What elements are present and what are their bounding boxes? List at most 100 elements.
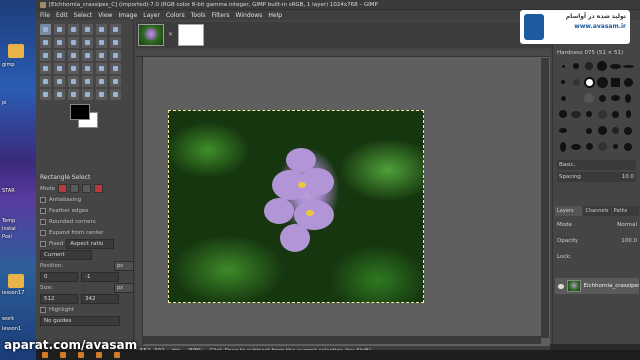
ellipse-select-tool-icon[interactable] <box>54 24 65 35</box>
zoom-tool-icon[interactable] <box>82 37 93 48</box>
brush-item[interactable] <box>583 125 595 137</box>
feather-row[interactable]: Feather edges <box>36 205 134 216</box>
brush-item[interactable] <box>609 76 621 88</box>
size-width-input[interactable]: 512 <box>40 293 78 304</box>
brush-item[interactable] <box>596 108 608 120</box>
scale-tool-icon[interactable] <box>82 50 93 61</box>
brush-item[interactable] <box>557 108 569 120</box>
menu-image[interactable]: Image <box>118 12 137 19</box>
paintbrush-tool-icon[interactable] <box>54 76 65 87</box>
foreground-color-swatch[interactable] <box>70 104 90 120</box>
paths-tool-icon[interactable] <box>54 37 65 48</box>
taskbar-app-icon[interactable] <box>114 352 120 358</box>
antialias-row[interactable]: Antialiasing <box>36 194 134 205</box>
expand-checkbox[interactable] <box>40 229 46 236</box>
mode-add-button[interactable] <box>70 184 79 193</box>
vertical-scrollbar[interactable] <box>541 58 549 338</box>
expand-row[interactable]: Expand from center <box>36 227 134 238</box>
brush-item[interactable] <box>583 92 595 104</box>
mypaint-brush-tool-icon[interactable] <box>110 76 121 87</box>
vertical-ruler[interactable] <box>136 57 143 346</box>
position-x-input[interactable]: 0 <box>40 271 78 282</box>
brush-item[interactable] <box>596 125 608 137</box>
dodge-burn-tool-icon[interactable] <box>96 89 107 100</box>
menu-select[interactable]: Select <box>74 12 93 19</box>
airbrush-tool-icon[interactable] <box>82 76 93 87</box>
brush-item[interactable] <box>570 76 582 88</box>
unified-transform-tool-icon[interactable] <box>110 89 121 100</box>
size-height-input[interactable]: 342 <box>81 293 119 304</box>
brush-item[interactable] <box>609 108 621 120</box>
color-picker-tool-icon[interactable] <box>68 37 79 48</box>
size-unit-select[interactable]: px <box>114 282 134 293</box>
rotate-tool-icon[interactable] <box>68 50 79 61</box>
brush-item[interactable] <box>622 108 634 120</box>
brush-item[interactable] <box>609 60 621 72</box>
brush-item[interactable] <box>596 60 608 72</box>
blur-tool-icon[interactable] <box>82 89 93 100</box>
smudge-tool-icon[interactable] <box>68 89 79 100</box>
brush-item[interactable] <box>583 60 595 72</box>
color-select-tool-icon[interactable] <box>96 24 107 35</box>
image-tab-thumbnail[interactable] <box>138 24 164 46</box>
scissors-tool-icon[interactable] <box>110 24 121 35</box>
tab-channels[interactable]: Channels <box>583 206 611 216</box>
measure-tool-icon[interactable] <box>96 37 107 48</box>
cage-tool-icon[interactable] <box>54 63 65 74</box>
brush-item[interactable] <box>583 141 595 153</box>
brush-item[interactable] <box>557 60 569 72</box>
fuzzy-select-tool-icon[interactable] <box>82 24 93 35</box>
menu-file[interactable]: File <box>40 12 50 19</box>
brush-item[interactable] <box>583 108 595 120</box>
menu-help[interactable]: Help <box>268 12 282 19</box>
tab-paths[interactable]: Paths <box>611 206 639 216</box>
taskbar-app-icon[interactable] <box>60 352 66 358</box>
rounded-row[interactable]: Rounded corners <box>36 216 134 227</box>
layer-item[interactable]: Eichhornia_crassipes_ <box>555 278 639 294</box>
brush-item[interactable] <box>557 92 569 104</box>
brush-item[interactable] <box>557 141 569 153</box>
desktop-folder-icon[interactable] <box>8 274 24 288</box>
desktop-folder-icon[interactable] <box>8 44 24 58</box>
opacity-row[interactable]: Opacity 100.0 <box>557 236 637 246</box>
ink-tool-icon[interactable] <box>96 76 107 87</box>
antialias-checkbox[interactable] <box>40 196 46 203</box>
brush-spacing-row[interactable]: Spacing 10.0 <box>557 172 636 182</box>
brush-item[interactable] <box>622 76 634 88</box>
clone-tool-icon[interactable] <box>40 89 51 100</box>
menu-view[interactable]: View <box>98 12 112 19</box>
layer-mode-value[interactable]: Normal <box>617 222 637 228</box>
canvas-area[interactable] <box>136 50 550 346</box>
align-tool-icon[interactable] <box>40 50 51 61</box>
brush-item[interactable] <box>596 76 608 88</box>
eye-icon[interactable] <box>558 283 565 289</box>
guides-select[interactable]: No guides <box>40 315 120 326</box>
menu-layer[interactable]: Layer <box>143 12 160 19</box>
brush-item[interactable] <box>570 92 582 104</box>
foreground-select-tool-icon[interactable] <box>40 37 51 48</box>
feather-checkbox[interactable] <box>40 207 46 214</box>
brush-item[interactable] <box>609 125 621 137</box>
text-tool-icon[interactable] <box>82 63 93 74</box>
brush-item[interactable] <box>622 60 634 72</box>
taskbar-app-icon[interactable] <box>96 352 102 358</box>
free-select-tool-icon[interactable] <box>68 24 79 35</box>
mode-replace-button[interactable] <box>58 184 67 193</box>
mode-intersect-button[interactable] <box>94 184 103 193</box>
bucket-fill-tool-icon[interactable] <box>96 63 107 74</box>
rounded-checkbox[interactable] <box>40 218 46 225</box>
close-icon[interactable]: ✕ <box>168 32 174 38</box>
rect-select-tool-icon[interactable] <box>40 24 51 35</box>
brush-item[interactable] <box>622 92 634 104</box>
brush-item[interactable] <box>570 141 582 153</box>
pencil-tool-icon[interactable] <box>40 76 51 87</box>
menu-filters[interactable]: Filters <box>212 12 230 19</box>
brush-item[interactable] <box>570 60 582 72</box>
brush-item[interactable] <box>570 108 582 120</box>
taskbar-app-icon[interactable] <box>78 352 84 358</box>
menu-colors[interactable]: Colors <box>166 12 185 19</box>
horizontal-scrollbar[interactable] <box>143 336 541 344</box>
tab-layers[interactable]: Layers <box>555 206 583 216</box>
brush-item[interactable] <box>583 76 595 88</box>
position-y-input[interactable]: -1 <box>81 271 119 282</box>
